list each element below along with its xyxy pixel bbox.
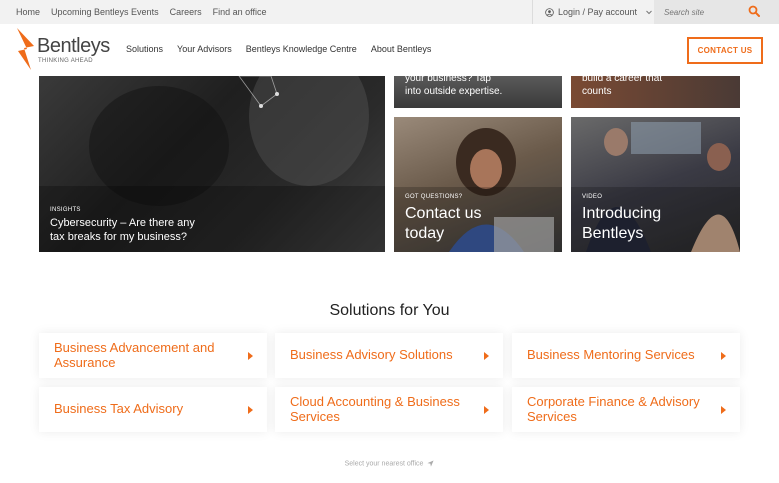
solution-card-label: Business Advancement and Assurance [54, 339, 215, 370]
tile-title-line: Bentleys [582, 225, 644, 242]
chevron-right-icon [248, 405, 253, 414]
chevron-right-icon [484, 351, 489, 360]
utility-link-events[interactable]: Upcoming Bentleys Events [51, 7, 159, 17]
utility-link-find-office[interactable]: Find an office [213, 7, 267, 17]
tile-label: VIDEO [582, 194, 603, 200]
search-box [654, 0, 779, 24]
solution-card-label: Corporate Finance & Advisory Services [527, 393, 700, 424]
solution-card[interactable]: Corporate Finance & Advisory Services [512, 387, 740, 432]
user-icon [545, 7, 554, 17]
solution-card-label: Business Advisory Solutions [290, 347, 453, 363]
nav-about[interactable]: About Bentleys [371, 44, 432, 54]
tile-title-line: Contact us [405, 205, 482, 222]
bentleys-logo[interactable]: Bentleys THINKING AHEAD [15, 27, 115, 71]
nearest-office-label: Select your nearest office [344, 460, 424, 468]
main-nav: Solutions Your Advisors Bentleys Knowled… [126, 44, 431, 54]
logo-mark-icon [17, 28, 34, 70]
login-dropdown[interactable]: Login / Pay account [532, 0, 654, 24]
solutions-title: Solutions for You [329, 302, 450, 319]
tile-title-line: today [405, 225, 445, 242]
tile-title-line: into outside expertise. [405, 86, 503, 97]
chevron-right-icon [248, 351, 253, 360]
chevron-down-icon [646, 10, 652, 15]
tile-careers[interactable]: build a career that counts [571, 76, 740, 108]
solution-card[interactable]: Business Advisory Solutions [275, 333, 503, 378]
main-header: Bentleys THINKING AHEAD Solutions Your A… [0, 24, 779, 76]
utility-link-careers[interactable]: Careers [170, 7, 202, 17]
solution-card[interactable]: Business Mentoring Services [512, 333, 740, 378]
nav-solutions[interactable]: Solutions [126, 44, 163, 54]
tile-title-line: tax breaks for my business? [50, 231, 187, 243]
solution-card-label: Business Mentoring Services [527, 347, 695, 363]
nav-your-advisors[interactable]: Your Advisors [177, 44, 232, 54]
tile-introducing-bentleys-video[interactable]: VIDEO Introducing Bentleys [571, 117, 740, 252]
solution-card[interactable]: Business Advancement and Assurance [39, 333, 267, 378]
contact-us-button[interactable]: CONTACT US [687, 37, 763, 64]
nav-knowledge-centre[interactable]: Bentleys Knowledge Centre [246, 44, 357, 54]
nearest-office-link[interactable]: Select your nearest office [0, 460, 779, 467]
brand-tagline: THINKING AHEAD [38, 58, 93, 64]
solution-card[interactable]: Business Tax Advisory [39, 387, 267, 432]
brand-name: Bentleys [37, 35, 110, 57]
tile-title-line: Introducing [582, 205, 662, 222]
utility-nav: Home Upcoming Bentleys Events Careers Fi… [16, 0, 266, 24]
solution-card-label: Business Tax Advisory [54, 401, 184, 417]
feature-tiles: INSIGHTS Cybersecurity – Are there any t… [0, 76, 779, 256]
tile-title-line: counts [582, 86, 612, 97]
chevron-right-icon [721, 351, 726, 360]
tile-outside-expertise[interactable]: your business? Tap into outside expertis… [394, 76, 562, 108]
chevron-right-icon [721, 405, 726, 414]
solution-card-label: Cloud Accounting & Business Services [290, 393, 460, 424]
tile-label: INSIGHTS [50, 207, 81, 213]
tile-label: GOT QUESTIONS? [405, 194, 463, 200]
utility-link-home[interactable]: Home [16, 7, 40, 17]
tile-title-line: Cybersecurity – Are there any [50, 217, 195, 229]
solution-card[interactable]: Cloud Accounting & Business Services [275, 387, 503, 432]
utility-bar: Home Upcoming Bentleys Events Careers Fi… [0, 0, 779, 24]
tile-title-line: build a career that [582, 76, 663, 84]
tile-contact-us[interactable]: GOT QUESTIONS? Contact us today [394, 117, 562, 252]
login-label: Login / Pay account [558, 7, 638, 17]
chevron-right-icon [484, 405, 489, 414]
search-input[interactable] [664, 7, 744, 17]
tile-title-line: your business? Tap [405, 76, 491, 84]
location-arrow-icon [427, 460, 434, 467]
search-icon[interactable] [748, 5, 760, 17]
tile-cybersecurity[interactable]: INSIGHTS Cybersecurity – Are there any t… [39, 76, 385, 252]
